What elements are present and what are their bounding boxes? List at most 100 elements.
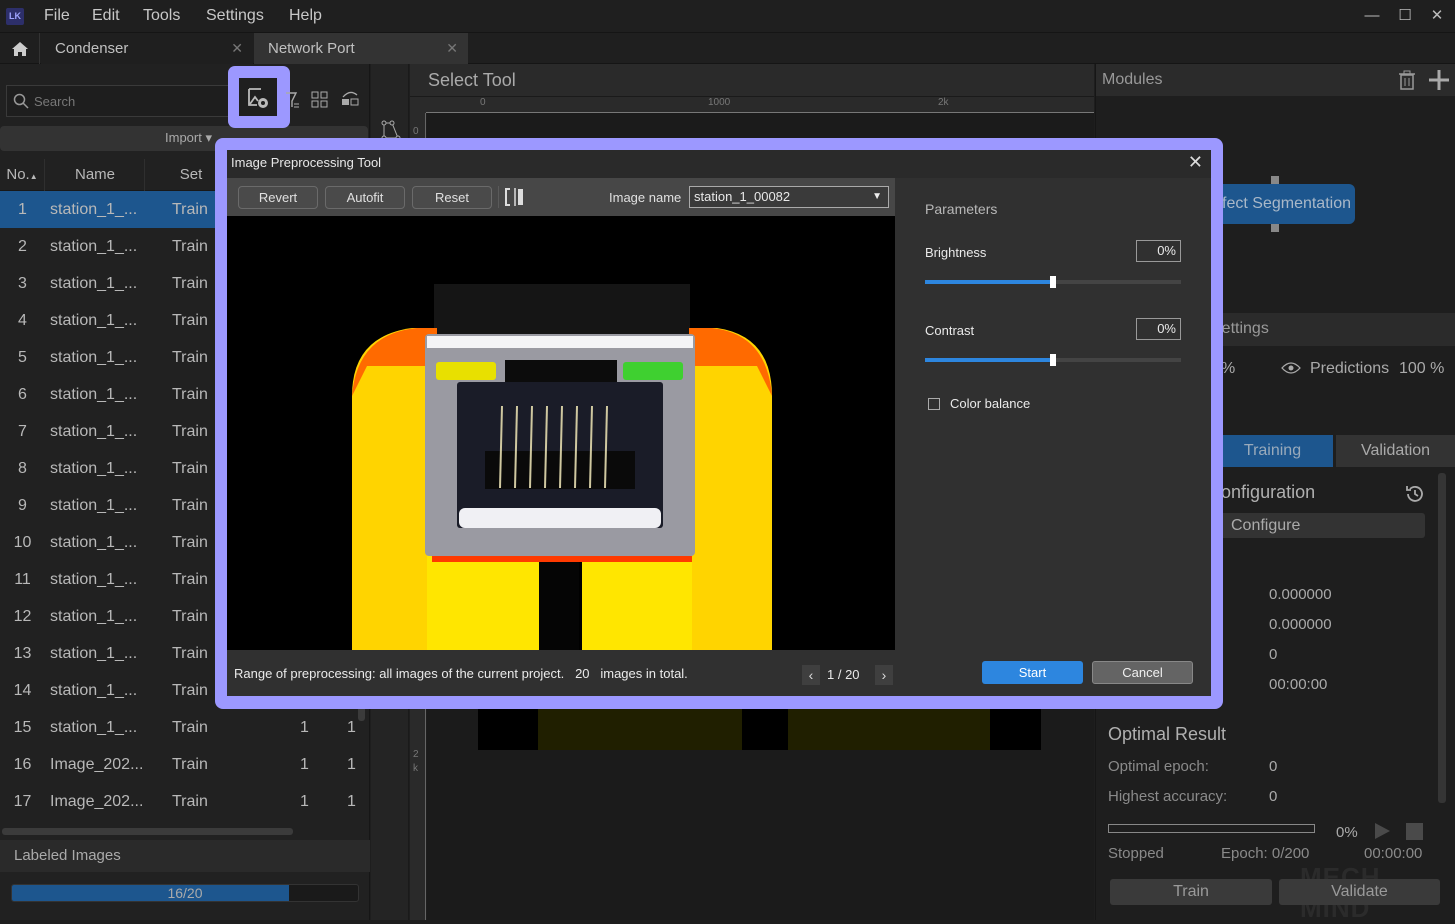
play-icon[interactable] xyxy=(1375,823,1390,839)
row-set: Train xyxy=(172,719,208,736)
menu-help[interactable]: Help xyxy=(289,7,322,25)
range-description: Range of preprocessing: all images of th… xyxy=(234,666,688,681)
ruler-label: 1000 xyxy=(708,97,731,108)
app-logo: LK xyxy=(6,8,24,25)
brightness-slider-thumb[interactable] xyxy=(1050,276,1056,288)
row-name: Image_202... xyxy=(50,793,144,810)
filter-icon[interactable] xyxy=(286,89,310,111)
optimal-epoch-value: 0 xyxy=(1269,758,1278,775)
canvas-header: Select Tool xyxy=(410,64,1094,97)
contrast-slider-thumb[interactable] xyxy=(1050,354,1056,366)
row-name: station_1_... xyxy=(50,719,138,736)
tab-network-port[interactable]: Network Port ✕ xyxy=(254,33,468,64)
contrast-input[interactable]: 0% xyxy=(1136,318,1181,340)
move-to-set-icon[interactable] xyxy=(341,89,365,111)
train-button[interactable]: Train xyxy=(1110,879,1272,905)
row-number: 6 xyxy=(18,386,27,403)
search-input[interactable]: Search xyxy=(6,85,230,117)
start-button[interactable]: Start xyxy=(982,661,1083,684)
row-name: station_1_... xyxy=(50,645,138,662)
highest-accuracy-label: Highest accuracy: xyxy=(1108,788,1228,805)
row-set: Train xyxy=(172,349,208,366)
row-number: 8 xyxy=(18,460,27,477)
row-set: Train xyxy=(172,275,208,292)
dialog-footer: Range of preprocessing: all images of th… xyxy=(227,650,1211,696)
right-panel-scrollbar[interactable] xyxy=(1438,473,1446,803)
brightness-slider[interactable] xyxy=(925,276,1181,288)
epoch-counter: Epoch: 0/200 xyxy=(1221,845,1310,862)
row-set: Train xyxy=(172,793,208,810)
parameters-title: Parameters xyxy=(925,201,998,217)
maximize-icon[interactable]: ☐ xyxy=(1394,6,1416,26)
dialog-close-icon[interactable]: ✕ xyxy=(1188,152,1203,173)
node-connector-bottom xyxy=(1271,224,1279,232)
table-row[interactable]: 16 Image_202... Train 1 1 xyxy=(0,746,368,783)
color-balance-checkbox[interactable] xyxy=(928,398,940,410)
grid-view-icon[interactable] xyxy=(311,89,335,111)
add-module-icon[interactable] xyxy=(1429,70,1449,90)
brightness-label: Brightness xyxy=(925,245,987,260)
stop-icon[interactable] xyxy=(1406,823,1423,840)
minimize-icon[interactable]: — xyxy=(1361,6,1383,26)
menu-settings[interactable]: Settings xyxy=(206,7,264,25)
close-tab-icon[interactable]: ✕ xyxy=(446,33,458,64)
row-set: Train xyxy=(172,682,208,699)
list-horizontal-scrollbar[interactable] xyxy=(2,828,293,835)
row-set: Train xyxy=(172,497,208,514)
preview-image[interactable] xyxy=(227,216,895,650)
previous-page-button[interactable]: ‹ xyxy=(802,665,820,685)
table-row[interactable]: 17 Image_202... Train 1 1 xyxy=(0,783,368,820)
cancel-button[interactable]: Cancel xyxy=(1092,661,1193,684)
trash-icon[interactable] xyxy=(1398,70,1416,90)
import-label: Import ▾ xyxy=(165,130,212,145)
row-number: 2 xyxy=(18,238,27,255)
compare-split-icon[interactable] xyxy=(504,188,526,206)
stat-value: 0.000000 xyxy=(1269,616,1332,633)
row-name: Image_202... xyxy=(50,756,144,773)
dialog-title: Image Preprocessing Tool xyxy=(231,155,382,170)
row-number: 16 xyxy=(13,756,32,773)
contrast-slider[interactable] xyxy=(925,354,1181,366)
module-node-defect-segmentation[interactable]: Defect Segmentation xyxy=(1200,184,1355,224)
close-window-icon[interactable]: ✕ xyxy=(1426,6,1448,26)
menu-edit[interactable]: Edit xyxy=(92,7,120,25)
image-settings-icon xyxy=(248,88,268,108)
image-preprocessing-button[interactable] xyxy=(239,78,277,116)
history-icon[interactable] xyxy=(1404,483,1426,505)
tab-validation[interactable]: Validation xyxy=(1336,435,1455,467)
predictions-value: 100 % xyxy=(1399,360,1445,377)
row-name: station_1_... xyxy=(50,460,138,477)
reset-button[interactable]: Reset xyxy=(412,186,492,209)
row-name: station_1_... xyxy=(50,349,138,366)
next-page-button[interactable]: › xyxy=(875,665,893,685)
tab-training[interactable]: Training xyxy=(1212,435,1333,467)
row-number: 13 xyxy=(13,645,32,662)
table-row[interactable]: 15 station_1_... Train 1 1 xyxy=(0,709,368,746)
menu-file[interactable]: File xyxy=(44,7,70,25)
row-name: station_1_... xyxy=(50,386,138,403)
training-progress-percent: 0% xyxy=(1336,824,1358,841)
brightness-input[interactable]: 0% xyxy=(1136,240,1181,262)
row-number: 7 xyxy=(18,423,27,440)
column-name[interactable]: Name xyxy=(46,159,145,191)
tab-condenser[interactable]: Condenser ✕ xyxy=(41,33,253,64)
validate-button[interactable]: Validate xyxy=(1279,879,1440,905)
parameters-panel: Parameters Brightness 0% Contrast 0% Col… xyxy=(895,178,1211,650)
eye-icon[interactable] xyxy=(1281,361,1301,375)
row-number: 14 xyxy=(13,682,32,699)
menu-tools[interactable]: Tools xyxy=(143,7,180,25)
row-number: 9 xyxy=(18,497,27,514)
revert-button[interactable]: Revert xyxy=(238,186,318,209)
image-name-select[interactable]: station_1_00082 ▼ xyxy=(689,186,889,208)
training-status: Stopped xyxy=(1108,845,1164,862)
row-name: station_1_... xyxy=(50,275,138,292)
autofit-button[interactable]: Autofit xyxy=(325,186,405,209)
canvas-title: Select Tool xyxy=(428,70,516,90)
column-no[interactable]: No.▲ xyxy=(0,159,45,191)
highest-accuracy-value: 0 xyxy=(1269,788,1278,805)
search-placeholder: Search xyxy=(34,94,76,109)
close-tab-icon[interactable]: ✕ xyxy=(231,33,243,64)
home-tab[interactable] xyxy=(0,33,40,64)
color-balance-label: Color balance xyxy=(950,396,1031,411)
row-set: Train xyxy=(172,201,208,218)
